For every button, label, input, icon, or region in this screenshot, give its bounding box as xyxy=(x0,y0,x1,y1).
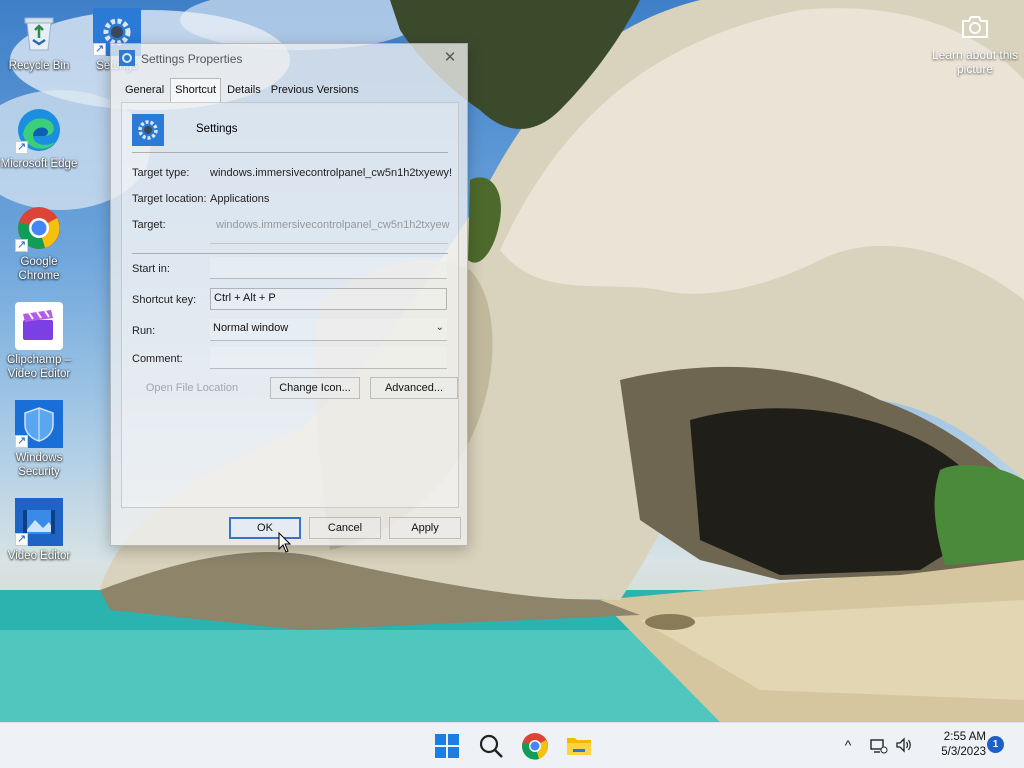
run-select-value: Normal window xyxy=(213,322,289,334)
run-select[interactable]: Normal window ⌄ xyxy=(210,319,447,341)
windows-security-icon xyxy=(15,400,63,448)
open-file-location-button[interactable]: Open File Location xyxy=(136,377,248,399)
cancel-button[interactable]: Cancel xyxy=(309,517,381,539)
mouse-cursor-icon xyxy=(278,531,292,554)
target-location-value: Applications xyxy=(210,193,270,205)
clipchamp-icon xyxy=(15,302,63,350)
tab-general[interactable]: General xyxy=(121,80,168,102)
start-in-field[interactable] xyxy=(210,257,447,279)
settings-gear-icon xyxy=(132,114,164,146)
comment-field[interactable] xyxy=(210,347,447,369)
desktop-icon-clipchamp[interactable]: Clipchamp – Video Editor xyxy=(0,302,78,381)
video-editor-icon xyxy=(15,498,63,546)
dialog-title: Settings Properties xyxy=(141,52,243,66)
network-icon[interactable] xyxy=(868,735,888,755)
target-type-label: Target type: xyxy=(132,167,190,179)
clock[interactable]: 2:55 AM 5/3/2023 xyxy=(922,730,986,760)
target-field-underline xyxy=(210,243,448,244)
camera-icon xyxy=(960,14,990,40)
tray-chevron-up-icon[interactable]: ^ xyxy=(838,735,858,755)
divider xyxy=(132,253,448,254)
search-icon[interactable] xyxy=(476,731,506,761)
learn-about-label: Learn about this picture xyxy=(931,48,1019,76)
tab-shortcut[interactable]: Shortcut xyxy=(170,78,222,102)
desktop-icon-label: Google Chrome xyxy=(18,256,60,282)
shortcut-tab-panel: Settings Target type: windows.immersivec… xyxy=(121,102,459,508)
tab-strip: General Shortcut Details Previous Versio… xyxy=(121,78,365,102)
clock-date: 5/3/2023 xyxy=(941,746,986,758)
chrome-icon xyxy=(15,204,63,252)
change-icon-button[interactable]: Change Icon... xyxy=(270,377,360,399)
start-in-label: Start in: xyxy=(132,263,170,275)
shortcut-key-field[interactable]: Ctrl + Alt + P xyxy=(210,288,447,310)
chevron-down-icon: ⌄ xyxy=(435,322,444,333)
desktop-icon-label: Clipchamp – Video Editor xyxy=(7,354,71,380)
windows-start-icon[interactable] xyxy=(432,731,462,761)
divider xyxy=(132,152,448,153)
shortcut-arrow-icon xyxy=(15,532,28,546)
shortcut-arrow-icon xyxy=(93,42,106,56)
desktop-icon-label: Windows Security xyxy=(15,452,63,478)
learn-about-picture[interactable]: Learn about this picture xyxy=(930,14,1020,76)
desktop-icon-recycle-bin[interactable]: Recycle Bin xyxy=(0,8,78,73)
desktop-icon-video-editor[interactable]: Video Editor xyxy=(0,498,78,563)
settings-gear-icon xyxy=(119,50,135,66)
comment-label: Comment: xyxy=(132,353,183,365)
desktop-icon-label: Video Editor xyxy=(7,550,71,562)
tab-details[interactable]: Details xyxy=(223,80,265,102)
volume-icon[interactable] xyxy=(894,735,914,755)
shortcut-key-label: Shortcut key: xyxy=(132,294,197,306)
clock-time: 2:55 AM xyxy=(943,731,986,743)
notification-badge[interactable]: 1 xyxy=(987,736,1004,753)
apply-button[interactable]: Apply xyxy=(389,517,461,539)
edge-icon xyxy=(15,106,63,154)
shortcut-arrow-icon xyxy=(15,140,28,154)
desktop-icon-label: Microsoft Edge xyxy=(0,158,78,170)
dialog-titlebar[interactable]: Settings Properties ✕ xyxy=(111,44,467,74)
desktop-icon-edge[interactable]: Microsoft Edge xyxy=(0,106,78,171)
advanced-button[interactable]: Advanced... xyxy=(370,377,458,399)
run-label: Run: xyxy=(132,325,156,337)
shortcut-arrow-icon xyxy=(15,238,28,252)
desktop-icon-windows-security[interactable]: Windows Security xyxy=(0,400,78,479)
shortcut-name: Settings xyxy=(196,123,238,135)
taskbar: ^ 2:55 AM 5/3/2023 xyxy=(0,722,1024,768)
target-label: Target: xyxy=(132,219,166,231)
target-field: windows.immersivecontrolpanel_cw5n1h2txy… xyxy=(216,219,450,231)
tab-previous-versions[interactable]: Previous Versions xyxy=(267,80,363,102)
target-type-value: windows.immersivecontrolpanel_cw5n1h2txy… xyxy=(210,167,453,179)
properties-dialog: Settings Properties ✕ General Shortcut D… xyxy=(110,43,468,546)
recycle-bin-icon xyxy=(15,8,63,56)
desktop-icon-chrome[interactable]: Google Chrome xyxy=(0,204,78,283)
shortcut-arrow-icon xyxy=(15,434,28,448)
chrome-icon[interactable] xyxy=(520,731,550,761)
target-location-label: Target location: xyxy=(132,193,207,205)
close-button[interactable]: ✕ xyxy=(433,44,467,72)
desktop-icon-label: Recycle Bin xyxy=(8,60,70,72)
file-explorer-icon[interactable] xyxy=(564,731,594,761)
